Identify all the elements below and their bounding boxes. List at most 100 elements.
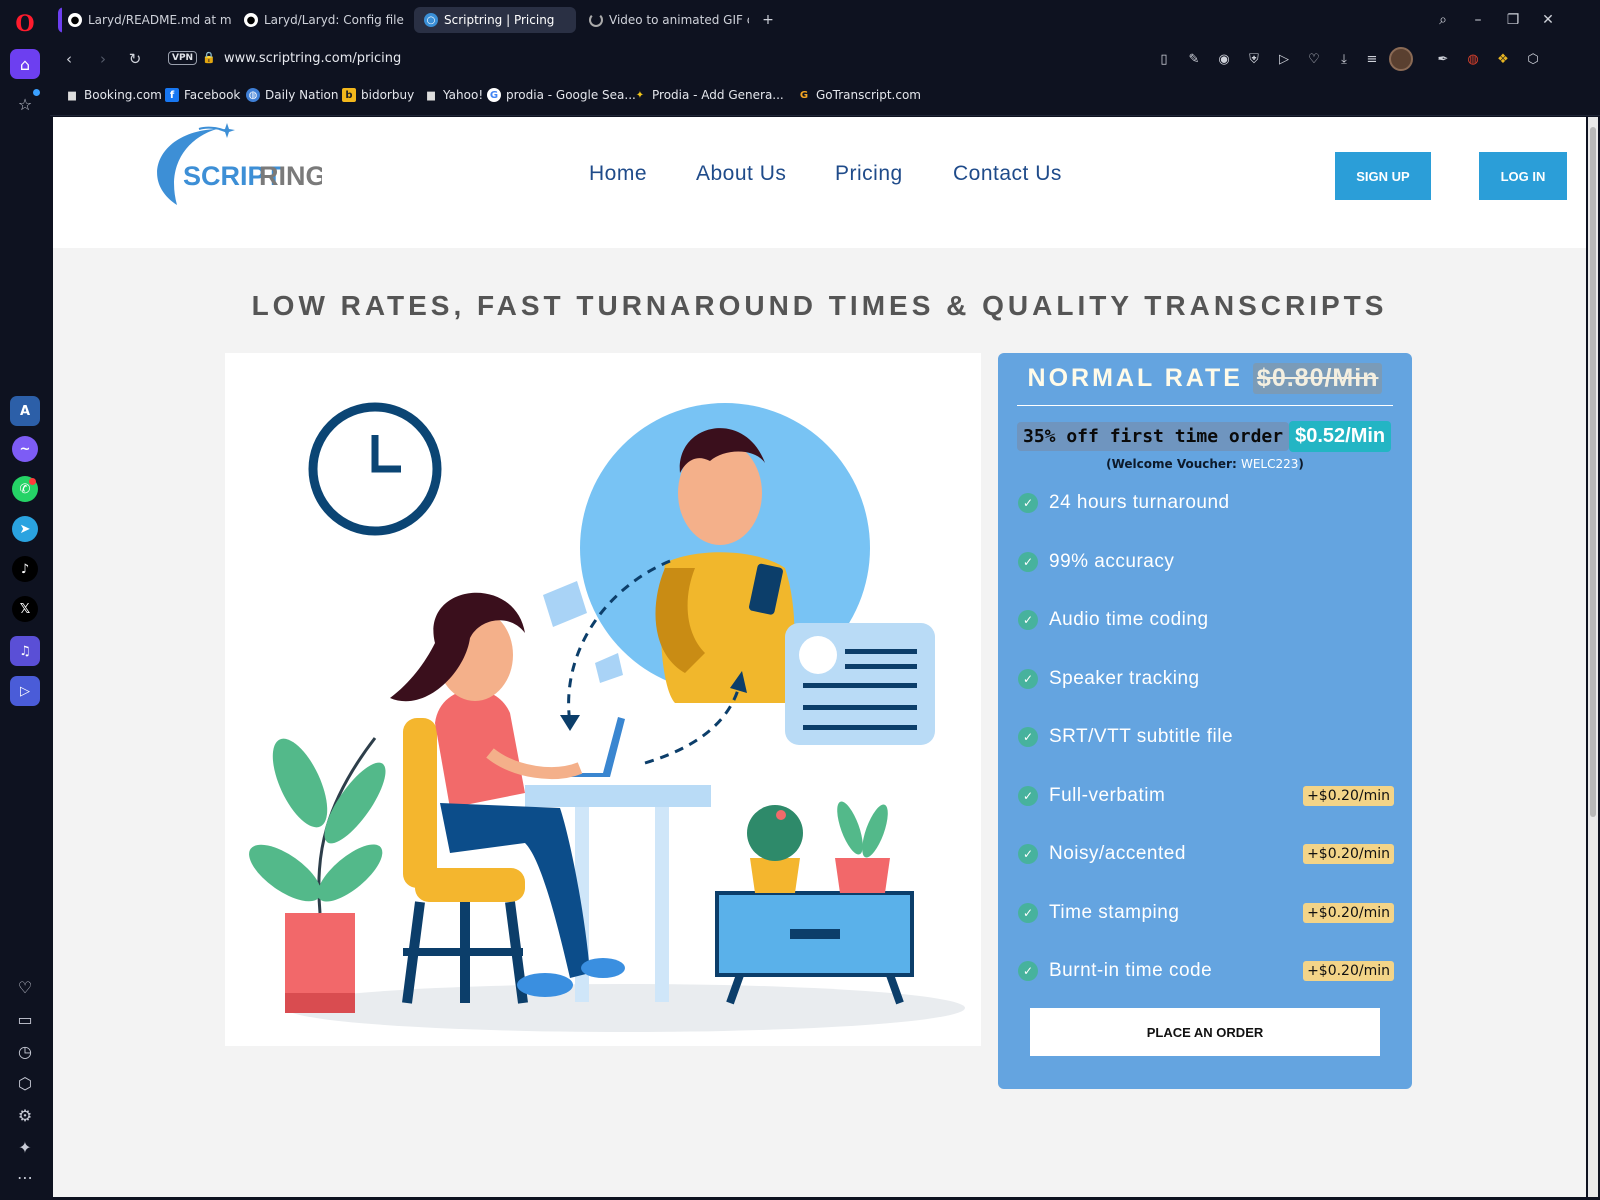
check-icon: ✓ <box>1018 727 1038 747</box>
feature-item: ✓ Audio time coding <box>1018 605 1394 635</box>
tabs-icon[interactable]: ▭ <box>10 1004 40 1034</box>
sign-up-button[interactable]: SIGN UP <box>1335 152 1431 200</box>
check-icon: ✓ <box>1018 493 1038 513</box>
scriptring-icon: ○ <box>424 13 438 27</box>
bookmark-yahoo[interactable]: ▆ Yahoo! <box>424 88 483 102</box>
bookmark-gotranscript[interactable]: G GoTranscript.com <box>797 88 921 102</box>
feature-label: Time stamping <box>1049 901 1180 923</box>
edit-icon[interactable]: ✎ <box>1185 50 1203 68</box>
normal-rate: NORMAL RATE $0.80/Min <box>998 363 1412 394</box>
colorful-icon[interactable]: ❖ <box>1494 50 1512 68</box>
loading-icon <box>589 13 603 27</box>
tab-active[interactable]: ○ Scriptring | Pricing <box>414 7 576 33</box>
page-icon: ▆ <box>68 89 76 101</box>
facebook-icon: f <box>165 88 179 102</box>
check-icon: ✓ <box>1018 551 1038 572</box>
globe-icon: ◍ <box>246 88 260 102</box>
avatar[interactable] <box>1389 47 1413 71</box>
settings-icon[interactable]: ⚙ <box>10 1100 40 1130</box>
check-icon: ✓ <box>1018 961 1038 981</box>
prodia-icon: ✦ <box>635 89 645 101</box>
home-icon[interactable]: ⌂ <box>10 49 40 79</box>
reader-icon[interactable]: ▯ <box>1155 50 1173 68</box>
page-viewport: SCRIPT RING Home About Us Pricing Contac… <box>53 117 1586 1197</box>
page-title: LOW RATES, FAST TURNAROUND TIMES & QUALI… <box>251 290 1388 321</box>
feature-item: ✓ Time stamping +$0.20/min <box>1018 898 1394 928</box>
browser-sidebar: O ⌂ ☆ A ~ ✆ ➤ ♪ 𝕏 ♫ ▷ ♡ ▭ ◷ ⬡ ⚙ ✦ ⋯ <box>0 0 50 1200</box>
bookmark-booking[interactable]: ▆ Booking.com <box>65 88 162 102</box>
nav-contact-us[interactable]: Contact Us <box>953 162 1062 186</box>
bookmark-prodia-google[interactable]: Gprodia - Google Sea... <box>487 88 636 102</box>
place-order-button[interactable]: PLACE AN ORDER <box>1030 1008 1380 1056</box>
tab[interactable]: ● Laryd/README.md at mai <box>58 7 232 33</box>
svg-text:RING: RING <box>259 161 322 191</box>
music-player-icon[interactable]: ♫ <box>10 636 40 666</box>
feature-item: ✓ 24 hours turnaround <box>1018 488 1394 518</box>
messenger-icon[interactable]: ~ <box>12 436 38 462</box>
logo-swoosh-icon: SCRIPT RING <box>157 123 327 205</box>
check-icon: ✓ <box>1018 668 1038 689</box>
forward-icon[interactable]: › <box>92 48 114 70</box>
pinboard-icon[interactable]: ☆ <box>10 89 40 119</box>
page-icon: ▆ <box>427 89 435 101</box>
tab[interactable]: Video to animated GIF con <box>579 7 749 33</box>
url-field[interactable]: www.scriptring.com/pricing <box>224 51 401 66</box>
close-icon[interactable]: ✕ <box>1535 8 1561 32</box>
check-icon: ✓ <box>1018 785 1038 806</box>
welcome-voucher: (Welcome Voucher: WELC223) <box>1106 457 1304 471</box>
back-icon[interactable]: ‹ <box>58 48 80 70</box>
scroll-thumb[interactable] <box>1590 127 1596 817</box>
lightbulb-icon[interactable]: ✦ <box>10 1132 40 1162</box>
reload-icon[interactable]: ↻ <box>124 48 146 70</box>
site-header: SCRIPT RING Home About Us Pricing Contac… <box>53 117 1586 248</box>
bookmark-bidorbuy[interactable]: b bidorbuy <box>342 88 414 102</box>
download-icon[interactable]: ⤓ <box>1335 50 1353 68</box>
tab[interactable]: ● Laryd/Laryd: Config files fo <box>234 7 404 33</box>
tiktok-icon[interactable]: ♪ <box>12 556 38 582</box>
aria-icon[interactable]: A <box>10 396 40 426</box>
divider <box>1017 405 1393 406</box>
history-icon[interactable]: ◷ <box>10 1036 40 1066</box>
lock-icon[interactable]: 🔒 <box>202 51 216 64</box>
feature-label: Speaker tracking <box>1049 667 1200 689</box>
scrollbar[interactable] <box>1588 117 1598 1197</box>
bookmark-prodia[interactable]: ✦ Prodia - Add Genera... <box>633 88 784 102</box>
shield-icon[interactable]: ⛨ <box>1245 50 1263 68</box>
adblock-icon[interactable]: ◍ <box>1464 50 1482 68</box>
feature-item: ✓ Full-verbatim +$0.20/min <box>1018 781 1394 811</box>
restore-icon[interactable]: ❐ <box>1500 8 1526 32</box>
nav-home[interactable]: Home <box>589 162 647 186</box>
pricing-card: NORMAL RATE $0.80/Min 35% off first time… <box>998 353 1412 1089</box>
search-icon[interactable]: ⌕ <box>1430 8 1456 32</box>
more-icon[interactable]: ⋯ <box>10 1162 40 1192</box>
easy-setup-icon[interactable]: ≡ <box>1363 50 1381 68</box>
feather-icon[interactable]: ✒ <box>1434 50 1452 68</box>
bookmark-facebook[interactable]: f Facebook <box>165 88 240 102</box>
extensions-icon[interactable]: ⬡ <box>10 1068 40 1098</box>
heart-icon[interactable]: ♡ <box>10 972 40 1002</box>
camera-icon[interactable]: ◉ <box>1215 50 1233 68</box>
vpn-badge[interactable]: VPN <box>168 51 198 65</box>
log-in-button[interactable]: LOG IN <box>1479 152 1567 200</box>
nav-pricing[interactable]: Pricing <box>835 162 903 186</box>
site-logo[interactable]: SCRIPT RING <box>147 121 327 211</box>
cube-icon[interactable]: ⬡ <box>1524 50 1542 68</box>
bidorbuy-icon: b <box>342 88 356 102</box>
feature-label: 24 hours turnaround <box>1049 492 1230 513</box>
x-icon[interactable]: 𝕏 <box>12 596 38 622</box>
opera-menu-icon[interactable]: O <box>10 9 40 39</box>
player-icon[interactable]: ▷ <box>10 676 40 706</box>
new-tab-button[interactable]: + <box>755 8 781 32</box>
play-icon[interactable]: ▷ <box>1275 50 1293 68</box>
gotranscript-icon: G <box>799 89 809 101</box>
feature-item: ✓ 99% accuracy <box>1018 547 1394 577</box>
feature-label: SRT/VTT subtitle file <box>1049 726 1234 747</box>
old-price: $0.80/Min <box>1252 363 1383 394</box>
minimize-icon[interactable]: – <box>1465 8 1491 32</box>
bookmark-daily-nation[interactable]: ◍ Daily Nation <box>246 88 339 102</box>
whatsapp-icon[interactable]: ✆ <box>12 476 38 502</box>
telegram-icon[interactable]: ➤ <box>12 516 38 542</box>
feature-item: ✓ Speaker tracking <box>1018 664 1394 694</box>
heart-icon[interactable]: ♡ <box>1305 50 1323 68</box>
nav-about-us[interactable]: About Us <box>696 162 786 186</box>
